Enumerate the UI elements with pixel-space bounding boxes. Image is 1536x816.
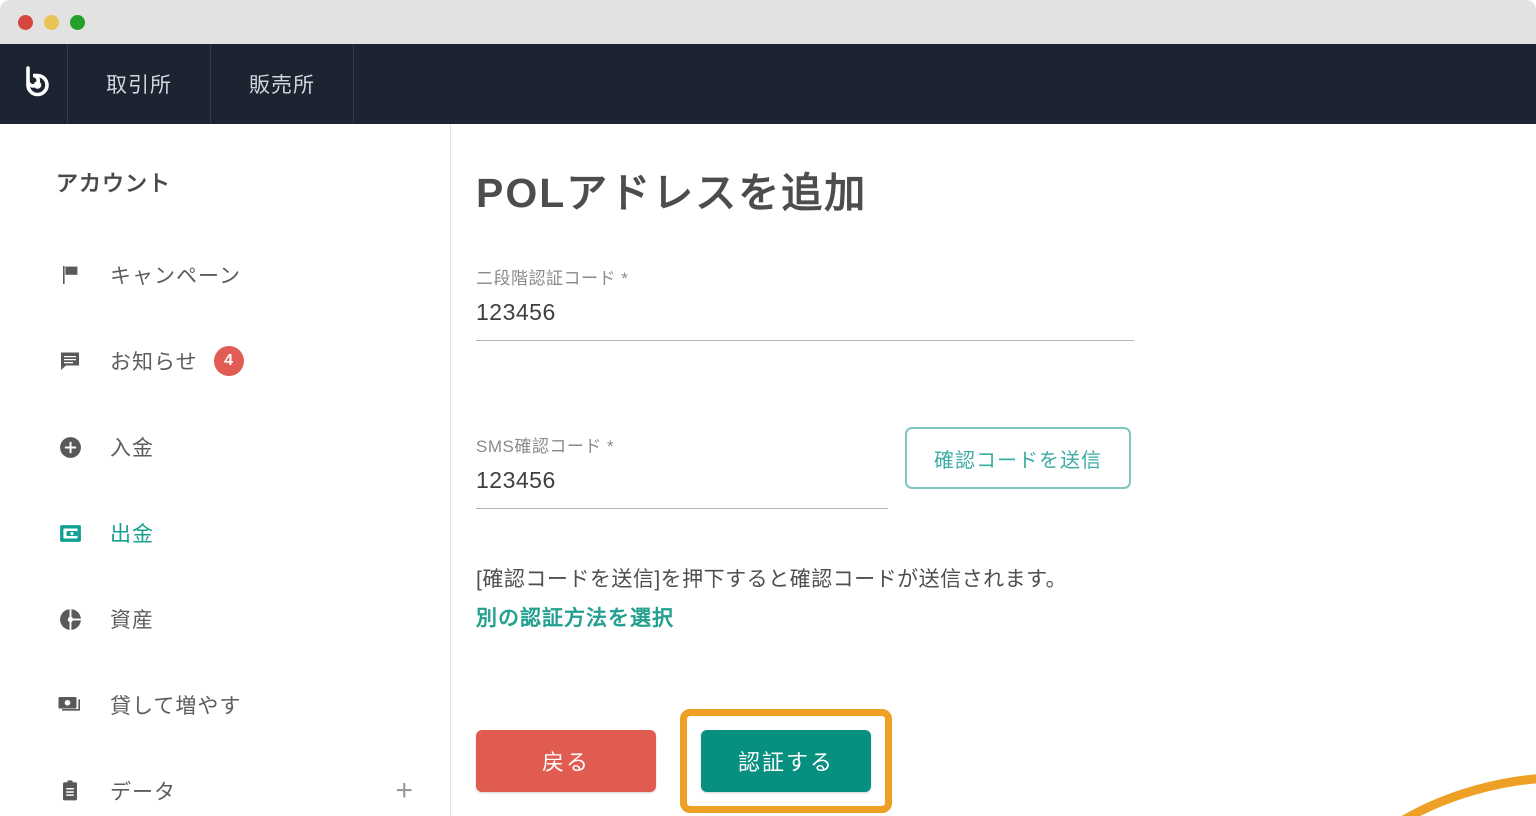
- sidebar-item-assets-label: 資産: [110, 609, 154, 632]
- maximize-window-button[interactable]: [70, 14, 85, 30]
- clipboard-icon: [56, 777, 84, 805]
- sms-code-field: SMS確認コード * 123456: [476, 432, 888, 509]
- tab-exchange[interactable]: 取引所: [68, 44, 211, 124]
- page-body: アカウント キャンペーン お知らせ 4 入金 出金 資産 貸して増やす データ …: [0, 124, 1536, 816]
- two-factor-code-label: 二段階認証コード *: [476, 269, 629, 288]
- send-verification-code-button[interactable]: 確認コードを送信: [905, 427, 1131, 489]
- sidebar-menu: キャンペーン お知らせ 4 入金 出金 資産 貸して増やす データ +: [0, 232, 451, 816]
- tab-exchange-label: 取引所: [106, 74, 172, 97]
- sidebar-item-lending[interactable]: 貸して増やす: [0, 662, 451, 748]
- authenticate-button[interactable]: 認証する: [701, 730, 871, 792]
- minimize-window-button[interactable]: [44, 14, 59, 30]
- status-badge: 4: [213, 346, 244, 376]
- sidebar-item-deposit[interactable]: 入金: [0, 404, 451, 490]
- banknote-icon: [56, 691, 84, 719]
- two-factor-code-field: 二段階認証コード * 123456: [476, 264, 1134, 341]
- sms-code-input[interactable]: 123456: [476, 467, 888, 509]
- close-window-button[interactable]: [18, 14, 33, 30]
- two-factor-code-input[interactable]: 123456: [476, 299, 1134, 341]
- sidebar-title: アカウント: [56, 171, 172, 196]
- choose-other-auth-method-link[interactable]: 別の認証方法を選択: [476, 602, 674, 632]
- sidebar-item-campaign-label: キャンペーン: [110, 265, 241, 288]
- expand-data-button[interactable]: +: [395, 776, 413, 806]
- sidebar-item-campaign[interactable]: キャンペーン: [0, 232, 451, 318]
- app-window: 取引所 販売所 アカウント キャンペーン お知らせ 4 入金 出金 資産 貸して…: [0, 0, 1536, 816]
- wallet-icon: [56, 519, 84, 547]
- sidebar-item-lending-label: 貸して増やす: [110, 695, 242, 718]
- authenticate-button-highlight: 認証する: [680, 709, 892, 813]
- sidebar-item-data-label: データ: [110, 781, 176, 804]
- sidebar-item-withdrawal-label: 出金: [110, 523, 154, 546]
- curved-arrow-icon: [1401, 774, 1536, 816]
- pie-chart-icon: [56, 605, 84, 633]
- tab-sales-office-label: 販売所: [249, 74, 315, 97]
- tab-sales-office[interactable]: 販売所: [211, 44, 354, 124]
- traffic-light-controls: [18, 14, 85, 30]
- sidebar-item-notices[interactable]: お知らせ 4: [0, 318, 451, 404]
- main-content: POLアドレスを追加 二段階認証コード * 123456 SMS確認コード * …: [451, 124, 1536, 816]
- sms-code-label: SMS確認コード *: [476, 437, 615, 456]
- sidebar-item-data[interactable]: データ +: [0, 748, 451, 816]
- bitbank-b-logo-icon: [25, 66, 49, 97]
- sidebar-item-withdrawal[interactable]: 出金: [0, 490, 451, 576]
- helper-text: [確認コードを送信]を押下すると確認コードが送信されます。: [476, 568, 1068, 591]
- sidebar-item-deposit-label: 入金: [110, 437, 154, 460]
- sidebar: アカウント キャンペーン お知らせ 4 入金 出金 資産 貸して増やす データ …: [0, 124, 451, 816]
- nav-empty-space: [354, 44, 1536, 124]
- message-icon: [56, 347, 84, 375]
- plus-circle-icon: [56, 433, 84, 461]
- sidebar-item-assets[interactable]: 資産: [0, 576, 451, 662]
- back-button[interactable]: 戻る: [476, 730, 656, 792]
- title-bar: [0, 0, 1536, 44]
- flag-icon: [56, 261, 84, 289]
- page-title: POLアドレスを追加: [476, 170, 868, 216]
- form-actions: 戻る 認証する: [476, 709, 892, 813]
- sidebar-item-notices-label: お知らせ: [110, 351, 198, 374]
- site-logo[interactable]: [0, 44, 68, 124]
- top-navigation-bar: 取引所 販売所: [0, 44, 1536, 124]
